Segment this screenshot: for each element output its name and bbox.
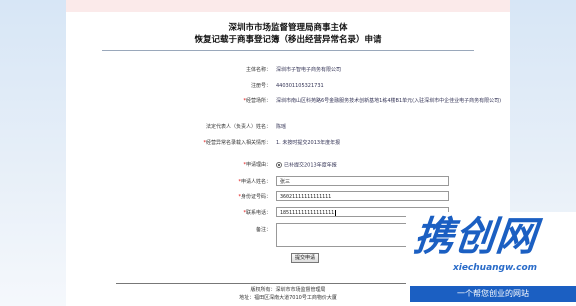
reason-label: *经营异常名录载入相关情形： bbox=[71, 140, 271, 147]
text-cursor bbox=[335, 209, 337, 216]
address-label-text: 经营场所： bbox=[245, 98, 271, 104]
submit-button[interactable]: 提交申请 bbox=[291, 253, 319, 263]
applicant-name-label-text: 申请人姓名： bbox=[240, 179, 271, 185]
watermark-tagline: 一个帮您创业的网站 bbox=[410, 286, 576, 302]
applicant-name-label: *申请人姓名： bbox=[71, 179, 271, 186]
id-number-input[interactable]: 36021111111111111 bbox=[276, 191, 449, 201]
id-number-label: *身份证号码： bbox=[71, 194, 271, 201]
address-label: *经营场所： bbox=[71, 98, 271, 105]
address-value: 深圳市南山区科苑路6号金融服务技术创新基地1栋4楼B1单元(入驻深圳市中企佳业电… bbox=[276, 98, 502, 104]
legal-rep-value: 陈瑶 bbox=[276, 124, 287, 130]
legal-rep-label: 法定代表人（负责人）姓名： bbox=[205, 124, 271, 130]
watermark-overlay: 携创网 xiechuangw.com 一个帮您创业的网站 bbox=[406, 212, 576, 306]
reason-label-text: 经营异常名录载入相关情形： bbox=[205, 140, 271, 146]
page-title-line1: 深圳市市场监督管理局商事主体 bbox=[228, 23, 348, 33]
reg-no-label: 注册号： bbox=[250, 83, 271, 89]
entity-name-value: 深圳市子智电子商务有限公司 bbox=[276, 67, 342, 73]
phone-label: *联系电话： bbox=[71, 210, 271, 217]
watermark-url: xiechuangw.com bbox=[452, 263, 538, 273]
page-background-left bbox=[0, 0, 66, 306]
apply-reason-label: *申请理由： bbox=[71, 162, 271, 169]
phone-label-text: 联系电话： bbox=[245, 210, 271, 216]
entity-name-label: 主体名称： bbox=[245, 67, 271, 73]
header-banner bbox=[66, 0, 510, 12]
page-title-line2: 恢复记载于商事登记簿（移出经营异常名录）申请 bbox=[194, 35, 382, 45]
remark-label: 备注： bbox=[255, 227, 271, 233]
apply-reason-option: 已补提交2013年度年报 bbox=[284, 162, 337, 169]
apply-reason-radio[interactable]: 已补提交2013年度年报 bbox=[276, 162, 337, 170]
radio-selected-icon[interactable] bbox=[276, 162, 282, 168]
apply-reason-label-text: 申请理由： bbox=[245, 162, 271, 168]
id-number-label-text: 身份证号码： bbox=[240, 194, 271, 200]
watermark-logo: 携创网 bbox=[411, 214, 540, 260]
applicant-name-input[interactable]: 张三 bbox=[276, 176, 449, 186]
reason-value: 1. 未按时提交2013年度年报 bbox=[276, 140, 341, 146]
title-divider bbox=[102, 50, 474, 51]
reg-no-value: 440301105321731 bbox=[276, 83, 324, 89]
phone-input-text: 185111111111111111 bbox=[280, 210, 335, 216]
